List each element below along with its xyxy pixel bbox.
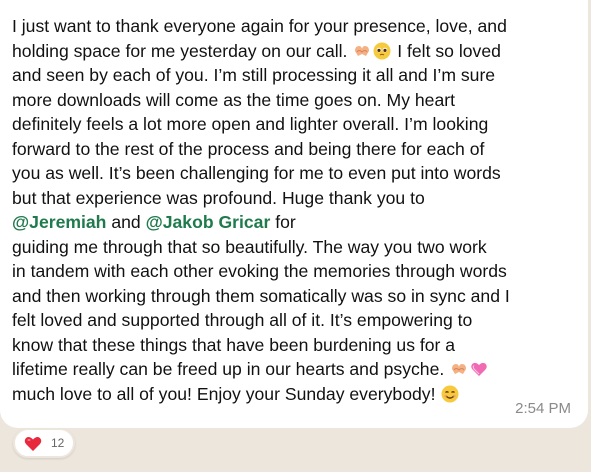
message-segment: for [275, 212, 296, 232]
message-text: I just want to thank everyone again for … [12, 14, 578, 406]
mention-jeremiah[interactable]: @Jeremiah [12, 212, 106, 232]
message-line: but that experience was profound. Huge t… [12, 187, 425, 208]
message-line: in tandem with each other evoking the me… [12, 261, 507, 281]
message-segment: I felt so loved [397, 40, 501, 61]
message-line: you as well. It’s been challenging for m… [12, 163, 501, 183]
message-line: know that these things that have been bu… [12, 334, 456, 355]
reaction-count: 12 [51, 436, 65, 450]
message-segment: holding space for me yesterday on our ca… [12, 40, 348, 61]
smiling-face-emoji [441, 385, 459, 402]
message-segment: and [111, 212, 141, 232]
message-segment: much love to all of you! Enjoy your Sund… [12, 383, 436, 404]
red-heart-icon [24, 437, 42, 451]
mention-jakob-gricar[interactable]: @Jakob Gricar [146, 212, 271, 232]
message-line: guiding me through that so beautifully. … [12, 236, 487, 257]
message-line: and seen by each of you. I’m still proce… [12, 65, 496, 85]
message-bubble[interactable]: I just want to thank everyone again for … [0, 0, 588, 428]
message-line: @Jeremiah and @Jakob Gricar for [12, 210, 578, 235]
message-line: felt loved and supported through all of … [12, 310, 473, 330]
heart-hands-emoji [355, 45, 370, 56]
message-line: and then working through them somaticall… [12, 285, 510, 306]
message-timestamp: 2:54 PM [515, 400, 571, 417]
reaction-pill[interactable]: 12 [13, 428, 75, 458]
message-line: lifetime really can be freed up in our h… [12, 357, 578, 382]
message-line: definitely feels a lot more open and lig… [12, 114, 489, 134]
message-line: more downloads will come as the time goe… [12, 89, 455, 110]
pink-heart-emoji [471, 362, 487, 376]
message-line: holding space for me yesterday on our ca… [12, 39, 578, 64]
pleading-face-emoji [373, 42, 391, 59]
heart-hands-emoji [452, 364, 467, 374]
message-line: I just want to thank everyone again for … [12, 16, 507, 36]
message-segment: lifetime really can be freed up in our h… [12, 359, 445, 379]
message-line: much love to all of you! Enjoy your Sund… [12, 382, 578, 407]
message-line: forward to the rest of the process and b… [12, 138, 485, 159]
